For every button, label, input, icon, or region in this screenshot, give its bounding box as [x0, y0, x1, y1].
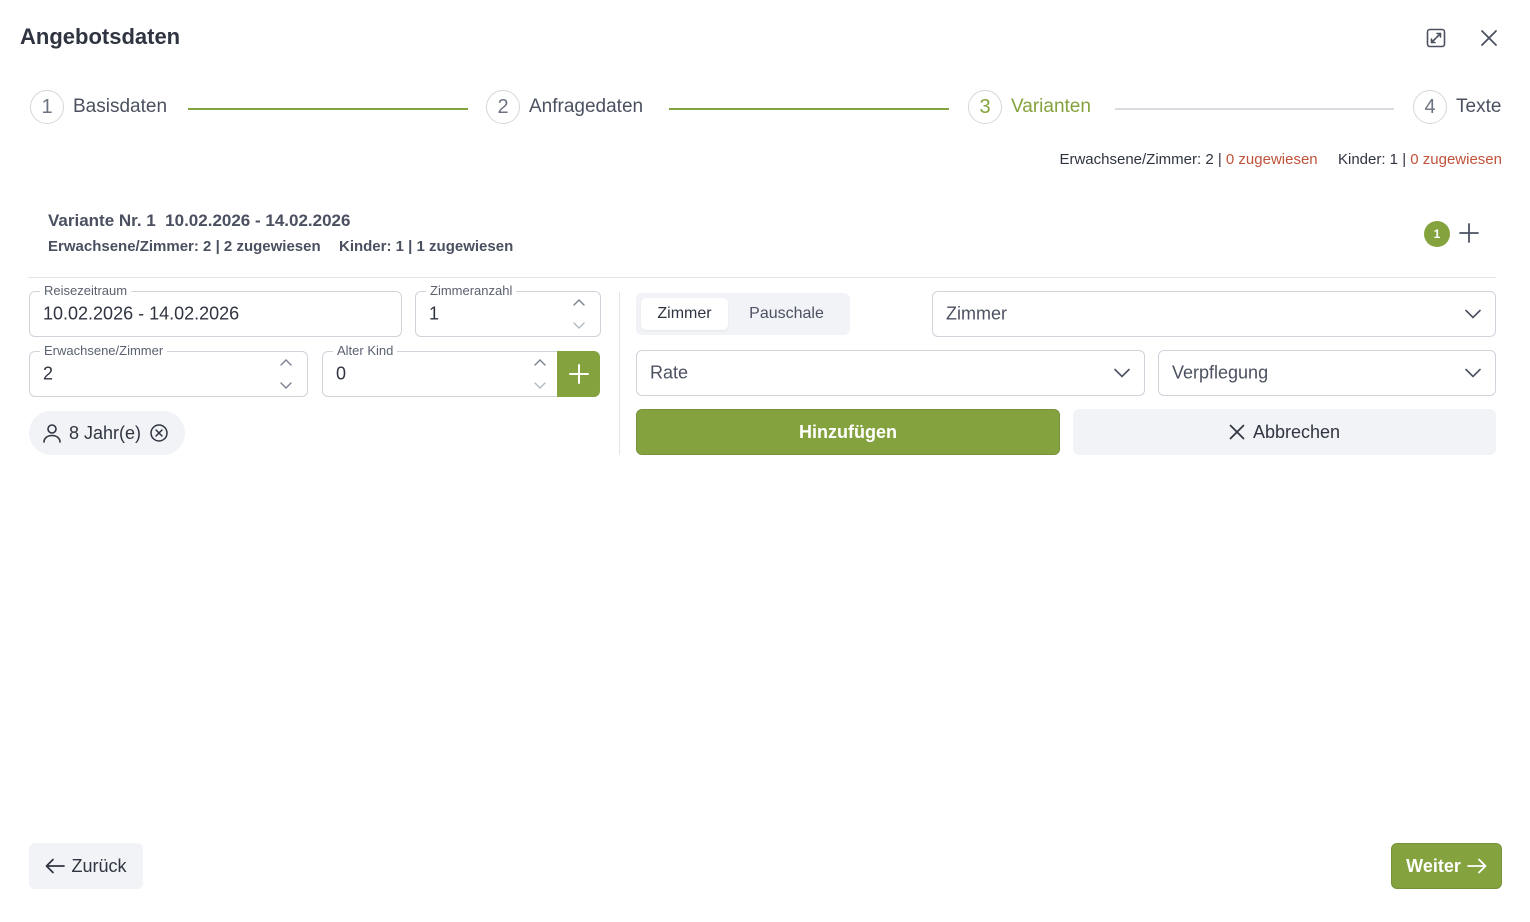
- adults-per-room-value: 2: [43, 363, 54, 384]
- summary-kids: Kinder: 1 |: [1337, 151, 1407, 168]
- close-icon: [1229, 424, 1245, 440]
- board-select[interactable]: Verpflegung: [1158, 350, 1496, 396]
- child-age-stepper[interactable]: [533, 358, 547, 390]
- step-connector: [669, 108, 949, 110]
- room-count-stepper[interactable]: [572, 298, 586, 330]
- variant-subtitle: Erwachsene/Zimmer: 2 | 2 zugewiesen Kind…: [48, 238, 513, 255]
- chevron-down-icon: [1114, 368, 1130, 378]
- arrow-right-icon: [1466, 858, 1487, 874]
- step-varianten[interactable]: 3 Varianten: [968, 90, 1091, 124]
- room-type-toggle: Zimmer Pauschale: [636, 293, 850, 335]
- summary-adults: Erwachsene/Zimmer: 2 |: [1059, 151, 1222, 168]
- variant-count-badge[interactable]: 1: [1424, 221, 1450, 247]
- summary-adults-assigned: 0 zugewiesen: [1225, 151, 1318, 168]
- rate-select-value: Rate: [650, 362, 689, 383]
- variant-kids: Kinder: 1 | 1 zugewiesen: [338, 238, 514, 255]
- room-select[interactable]: Zimmer: [932, 291, 1496, 337]
- field-label: Erwachsene/Zimmer: [40, 343, 168, 359]
- variant-title: Variante Nr. 1 10.02.2026 - 14.02.2026: [48, 211, 351, 230]
- chevron-up-icon: [280, 359, 292, 366]
- summary-kids-assigned: 0 zugewiesen: [1410, 151, 1502, 168]
- chevron-down-icon: [1465, 368, 1481, 378]
- rate-select[interactable]: Rate: [636, 350, 1145, 396]
- adults-per-room-field[interactable]: Erwachsene/Zimmer 2: [29, 343, 308, 397]
- field-label: Reisezeitraum: [40, 283, 132, 299]
- step-label: Anfragedaten: [529, 96, 644, 117]
- close-icon[interactable]: [1475, 24, 1503, 52]
- adults-stepper[interactable]: [279, 358, 293, 390]
- next-button[interactable]: Weiter: [1391, 843, 1502, 889]
- arrow-left-icon: [46, 858, 66, 874]
- child-age-field[interactable]: Alter Kind 0: [322, 343, 562, 397]
- child-chip: 8 Jahr(e): [29, 411, 185, 455]
- stepper: 1 Basisdaten 2 Anfragedaten 3 Varianten …: [28, 90, 1508, 128]
- step-number: 4: [1413, 90, 1447, 124]
- toggle-pauschale[interactable]: Pauschale: [728, 298, 845, 330]
- cancel-button-label: Abbrechen: [1252, 421, 1341, 442]
- assignment-summary: Erwachsene/Zimmer: 2 | 0 zugewiesen Kind…: [1059, 151, 1502, 168]
- field-label: Zimmeranzahl: [426, 283, 517, 299]
- expand-icon[interactable]: [1422, 24, 1450, 52]
- board-select-value: Verpflegung: [1172, 362, 1269, 383]
- field-label: Alter Kind: [333, 343, 398, 359]
- step-anfragedaten[interactable]: 2 Anfragedaten: [486, 90, 643, 124]
- back-button-label: Zurück: [71, 855, 127, 876]
- cancel-button[interactable]: Abbrechen: [1073, 409, 1496, 455]
- dialog-title: Angebotsdaten: [20, 24, 181, 49]
- variant-adults: Erwachsene/Zimmer: 2 | 2 zugewiesen: [48, 238, 321, 255]
- step-connector: [188, 108, 468, 110]
- add-child-button[interactable]: [557, 351, 600, 397]
- chevron-up-icon: [573, 299, 585, 306]
- chevron-down-icon: [534, 382, 546, 389]
- step-texte[interactable]: 4 Texte: [1413, 90, 1501, 124]
- step-label: Varianten: [1011, 96, 1091, 117]
- divider: [619, 292, 620, 455]
- remove-child-icon[interactable]: [149, 423, 169, 443]
- chevron-down-icon: [573, 322, 585, 329]
- room-select-value: Zimmer: [946, 303, 1007, 324]
- step-number: 2: [486, 90, 520, 124]
- step-label: Texte: [1456, 96, 1502, 117]
- step-connector: [1115, 108, 1394, 110]
- travel-period-field[interactable]: Reisezeitraum 10.02.2026 - 14.02.2026: [29, 283, 402, 337]
- toggle-zimmer[interactable]: Zimmer: [641, 298, 728, 330]
- room-count-field[interactable]: Zimmeranzahl 1: [415, 283, 601, 337]
- add-variant-icon[interactable]: [1456, 220, 1482, 246]
- chevron-down-icon: [280, 382, 292, 389]
- child-age-value: 0: [336, 363, 347, 384]
- next-button-label: Weiter: [1406, 855, 1461, 876]
- chevron-up-icon: [534, 359, 546, 366]
- chevron-down-icon: [1465, 309, 1481, 319]
- travel-period-value: 10.02.2026 - 14.02.2026: [43, 303, 240, 324]
- step-basisdaten[interactable]: 1 Basisdaten: [30, 90, 167, 124]
- step-number: 1: [30, 90, 64, 124]
- divider: [28, 277, 1496, 278]
- step-label: Basisdaten: [73, 96, 168, 117]
- room-count-value: 1: [429, 303, 440, 324]
- person-icon: [43, 424, 61, 443]
- back-button[interactable]: Zurück: [29, 843, 143, 889]
- child-chip-label: 8 Jahr(e): [69, 422, 142, 443]
- step-number: 3: [968, 90, 1002, 124]
- add-button[interactable]: Hinzufügen: [636, 409, 1060, 455]
- plus-icon: [568, 364, 589, 384]
